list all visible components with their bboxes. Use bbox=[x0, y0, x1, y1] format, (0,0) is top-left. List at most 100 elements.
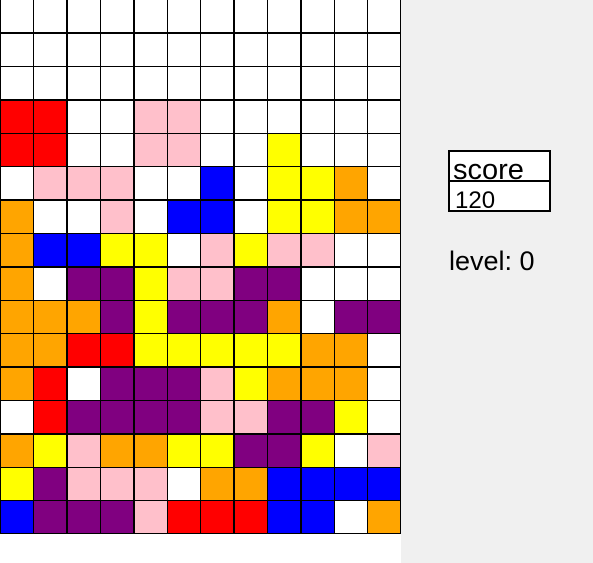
board-cell bbox=[33, 166, 67, 200]
board-cell bbox=[267, 500, 301, 534]
board-cell bbox=[334, 333, 368, 367]
board-cell bbox=[367, 267, 401, 301]
board-cell bbox=[334, 367, 368, 401]
board-cell bbox=[367, 166, 401, 200]
board-cell bbox=[67, 267, 101, 301]
board-cell bbox=[167, 166, 201, 200]
board-cell bbox=[167, 267, 201, 301]
board-cell bbox=[334, 133, 368, 167]
board-cell bbox=[0, 0, 34, 33]
board-cell bbox=[33, 400, 67, 434]
board-cell bbox=[301, 66, 335, 100]
board-cell bbox=[200, 500, 234, 534]
board-cell bbox=[134, 333, 168, 367]
board-cell bbox=[33, 300, 67, 334]
board-cell bbox=[367, 500, 401, 534]
board-cell bbox=[0, 100, 34, 134]
board-cell bbox=[234, 434, 268, 468]
board-cell bbox=[100, 133, 134, 167]
board-cell bbox=[301, 100, 335, 134]
score-label: score bbox=[450, 152, 549, 182]
board-cell bbox=[134, 233, 168, 267]
board-cell bbox=[234, 467, 268, 501]
board-cell bbox=[267, 300, 301, 334]
board-cell bbox=[200, 300, 234, 334]
board-cell bbox=[301, 267, 335, 301]
game-board bbox=[0, 0, 401, 563]
board-cell bbox=[200, 467, 234, 501]
board-cell bbox=[234, 33, 268, 67]
board-cell bbox=[367, 333, 401, 367]
board-cell bbox=[301, 467, 335, 501]
board-cell bbox=[134, 400, 168, 434]
board-cell bbox=[67, 434, 101, 468]
board-cell bbox=[67, 100, 101, 134]
board-cell bbox=[100, 66, 134, 100]
board-cell bbox=[200, 33, 234, 67]
score-box: score 120 bbox=[448, 150, 551, 212]
board-cell bbox=[234, 333, 268, 367]
board-cell bbox=[0, 166, 34, 200]
board-cell bbox=[67, 133, 101, 167]
board-cell bbox=[0, 233, 34, 267]
board-cell bbox=[33, 33, 67, 67]
board-cell bbox=[33, 500, 67, 534]
board-cell bbox=[67, 166, 101, 200]
board-cell bbox=[33, 233, 67, 267]
board-cell bbox=[134, 367, 168, 401]
board-cell bbox=[334, 233, 368, 267]
board-cell bbox=[267, 267, 301, 301]
board-cell bbox=[67, 233, 101, 267]
board-cell bbox=[234, 133, 268, 167]
board-cell bbox=[67, 200, 101, 234]
board-cell bbox=[33, 434, 67, 468]
board-cell bbox=[167, 434, 201, 468]
board-cell bbox=[100, 367, 134, 401]
board-cell bbox=[0, 33, 34, 67]
board-cell bbox=[367, 467, 401, 501]
board-cell bbox=[267, 133, 301, 167]
board-cell bbox=[301, 133, 335, 167]
board-cell bbox=[200, 400, 234, 434]
board-cell bbox=[33, 333, 67, 367]
board-cell bbox=[267, 33, 301, 67]
board-cell bbox=[134, 100, 168, 134]
board-cell bbox=[334, 467, 368, 501]
board-cell bbox=[167, 0, 201, 33]
board-cell bbox=[67, 333, 101, 367]
board-cell bbox=[301, 500, 335, 534]
board-cell bbox=[267, 233, 301, 267]
board-cell bbox=[200, 367, 234, 401]
board-cell bbox=[67, 500, 101, 534]
board-cell bbox=[367, 33, 401, 67]
board-cell bbox=[67, 33, 101, 67]
board-cell bbox=[167, 133, 201, 167]
board-cell bbox=[301, 233, 335, 267]
board-cell bbox=[234, 300, 268, 334]
board-cell bbox=[0, 500, 34, 534]
board-cell bbox=[100, 434, 134, 468]
board-cell bbox=[234, 233, 268, 267]
board-cell bbox=[334, 200, 368, 234]
board-cell bbox=[301, 300, 335, 334]
board-cell bbox=[167, 200, 201, 234]
board-cell bbox=[0, 367, 34, 401]
board-cell bbox=[33, 0, 67, 33]
board-cell bbox=[200, 267, 234, 301]
board-cell bbox=[33, 100, 67, 134]
board-cell bbox=[200, 233, 234, 267]
board-cell bbox=[67, 300, 101, 334]
board-cell bbox=[267, 467, 301, 501]
board-cell bbox=[367, 367, 401, 401]
board-cell bbox=[200, 66, 234, 100]
board-cell bbox=[301, 0, 335, 33]
board-cell bbox=[267, 200, 301, 234]
board-cell bbox=[100, 300, 134, 334]
level-indicator: level: 0 bbox=[449, 246, 535, 276]
board-cell bbox=[0, 66, 34, 100]
board-cell bbox=[0, 400, 34, 434]
board-cell bbox=[67, 367, 101, 401]
board-cell bbox=[267, 0, 301, 33]
board-cell bbox=[33, 267, 67, 301]
board-cell bbox=[200, 0, 234, 33]
